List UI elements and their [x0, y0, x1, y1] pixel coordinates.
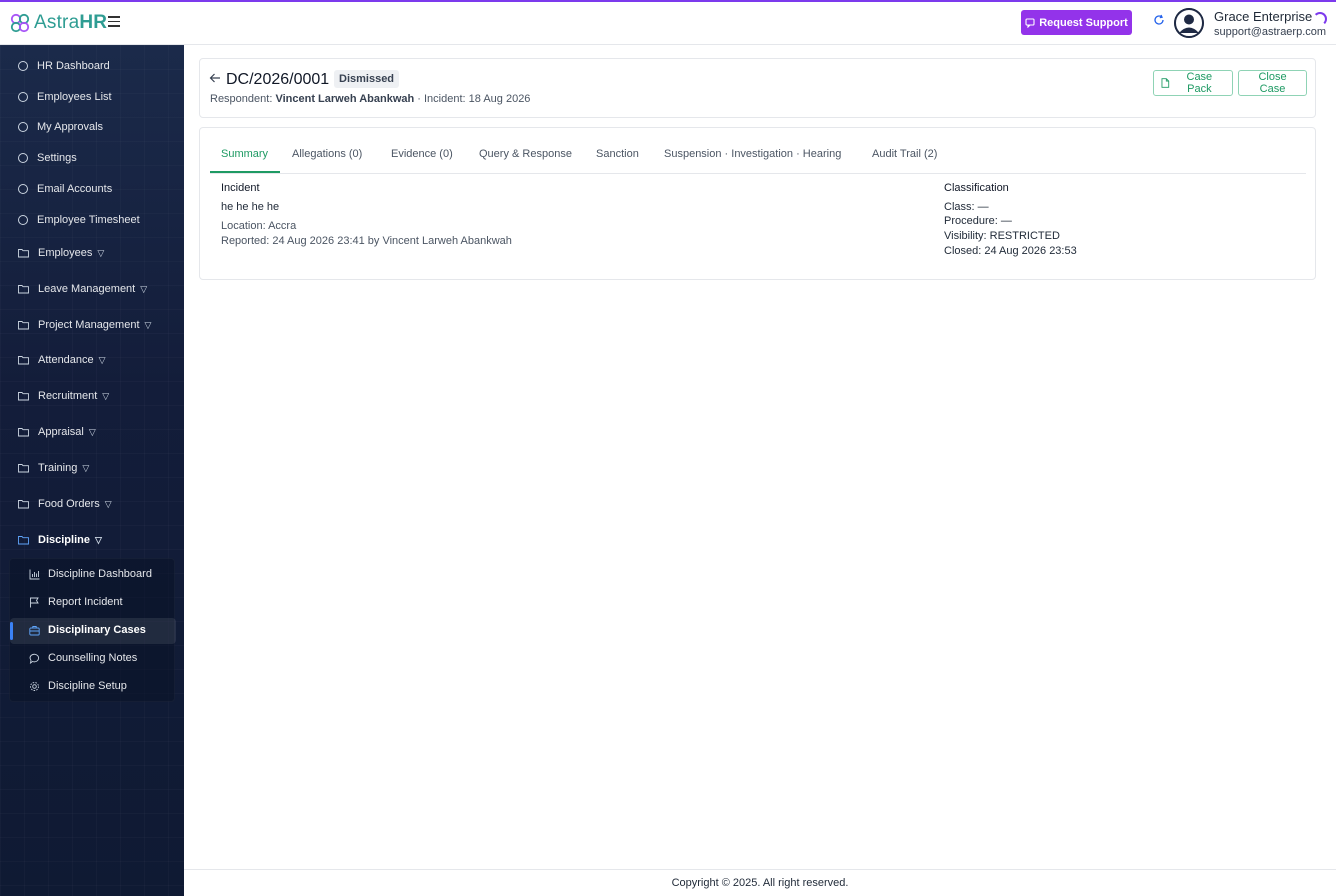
active-tab-indicator [210, 171, 280, 173]
sidebar-group-project-management[interactable]: Project Management ▽ [18, 319, 151, 331]
chevron-down-icon: ▽ [82, 462, 90, 473]
submenu-item-report-incident[interactable]: Report Incident [29, 596, 123, 608]
sidebar-group-appraisal[interactable]: Appraisal ▽ [18, 426, 96, 438]
folder-icon [18, 500, 29, 509]
circle-icon [18, 61, 28, 71]
submenu-item-discipline-setup[interactable]: Discipline Setup [29, 680, 127, 692]
classification-procedure: Procedure: — [944, 215, 1012, 227]
request-support-button[interactable]: Request Support [1021, 10, 1132, 35]
tab-query-response[interactable]: Query & Response [479, 148, 572, 160]
submenu-item-disciplinary-cases[interactable]: Disciplinary Cases [29, 624, 146, 636]
case-header-card: DC/2026/0001 Dismissed Respondent: Vince… [199, 58, 1316, 118]
loading-spinner-icon [1313, 12, 1327, 26]
submenu-item-discipline-dashboard[interactable]: Discipline Dashboard [29, 568, 152, 580]
bar-chart-icon [29, 569, 40, 579]
sidebar-item-employees-list[interactable]: Employees List [18, 91, 112, 103]
sidebar: HR Dashboard Employees List My Approvals… [0, 45, 184, 896]
logo-icon [10, 13, 30, 33]
sidebar-group-attendance[interactable]: Attendance ▽ [18, 354, 106, 366]
sidebar-item-my-approvals[interactable]: My Approvals [18, 121, 103, 133]
footer: Copyright © 2025. All right reserved. [184, 869, 1336, 896]
folder-icon [18, 392, 29, 401]
tab-suspension-investigation-hearing[interactable]: Suspension · Investigation · Hearing [664, 148, 841, 160]
sidebar-item-hr-dashboard[interactable]: HR Dashboard [18, 60, 110, 72]
flag-icon [30, 597, 39, 607]
tab-audit-trail[interactable]: Audit Trail (2) [872, 148, 937, 160]
tab-sanction[interactable]: Sanction [596, 148, 639, 160]
chevron-down-icon: ▽ [97, 247, 105, 258]
submenu-item-counselling-notes[interactable]: Counselling Notes [29, 652, 137, 664]
case-details-card: Summary Allegations (0) Evidence (0) Que… [199, 127, 1316, 280]
document-icon [1161, 78, 1170, 88]
incident-section-title: Incident [221, 182, 260, 194]
classification-closed: Closed: 24 Aug 2026 23:53 [944, 245, 1077, 257]
tab-summary[interactable]: Summary [221, 148, 268, 160]
sidebar-item-employee-timesheet[interactable]: Employee Timesheet [18, 214, 140, 226]
circle-icon [18, 122, 28, 132]
chevron-down-icon: ▽ [140, 283, 148, 294]
user-name: Grace Enterprise [1214, 9, 1313, 24]
respondent-name: Vincent Larweh Abankwah [275, 93, 415, 105]
sidebar-group-training[interactable]: Training ▽ [18, 462, 89, 474]
folder-icon [18, 428, 29, 437]
chevron-down-icon: ▽ [88, 426, 96, 437]
back-arrow-icon[interactable] [209, 72, 221, 84]
case-subtitle: Respondent: Vincent Larweh Abankwah · In… [210, 93, 531, 105]
classification-section-title: Classification [944, 182, 1009, 194]
folder-icon [18, 321, 29, 330]
chevron-down-icon: ▽ [104, 498, 112, 509]
tab-evidence[interactable]: Evidence (0) [391, 148, 453, 160]
circle-icon [18, 215, 28, 225]
chat-icon [29, 653, 40, 664]
chevron-down-icon: ▽ [98, 354, 106, 365]
close-case-button[interactable]: Close Case [1238, 70, 1307, 96]
classification-visibility: Visibility: RESTRICTED [944, 230, 1060, 242]
incident-location: Location: Accra [221, 220, 297, 232]
chevron-down-icon: ▽ [102, 390, 110, 401]
sidebar-group-leave-management[interactable]: Leave Management ▽ [18, 283, 147, 295]
circle-icon [18, 184, 28, 194]
folder-icon [18, 285, 29, 294]
chat-icon [1025, 17, 1035, 28]
case-title: DC/2026/0001 [226, 71, 330, 88]
folder-icon [18, 249, 29, 258]
classification-class: Class: — [944, 201, 989, 213]
menu-toggle-icon[interactable] [108, 16, 120, 28]
gear-icon [30, 681, 39, 691]
case-pack-button[interactable]: Case Pack [1153, 70, 1233, 96]
tab-allegations[interactable]: Allegations (0) [292, 148, 362, 160]
top-bar: AstraHR Request Support Grace Enterprise… [0, 2, 1336, 45]
folder-icon [18, 356, 29, 365]
briefcase-icon [29, 625, 40, 635]
circle-icon [18, 153, 28, 163]
discipline-submenu: Discipline Dashboard Report Incident Dis… [9, 558, 176, 702]
chevron-down-icon: ▽ [144, 319, 152, 330]
chevron-down-icon: ▽ [94, 534, 102, 545]
sidebar-group-discipline[interactable]: Discipline ▽ [18, 534, 102, 546]
incident-description: he he he he [221, 201, 280, 213]
sidebar-group-employees[interactable]: Employees ▽ [18, 247, 104, 259]
status-badge: Dismissed [334, 70, 400, 88]
sidebar-group-food-orders[interactable]: Food Orders ▽ [18, 498, 112, 510]
refresh-icon[interactable] [1153, 14, 1165, 26]
incident-reported: Reported: 24 Aug 2026 23:41 by Vincent L… [221, 235, 512, 247]
tab-bar: Summary Allegations (0) Evidence (0) Que… [210, 128, 1306, 174]
avatar[interactable] [1174, 8, 1204, 38]
sidebar-group-recruitment[interactable]: Recruitment ▽ [18, 390, 109, 402]
copyright-text: Copyright © 2025. All right reserved. [671, 877, 849, 889]
user-email: support@astraerp.com [1214, 26, 1327, 38]
circle-icon [18, 92, 28, 102]
sidebar-item-settings[interactable]: Settings [18, 152, 77, 164]
sidebar-item-email-accounts[interactable]: Email Accounts [18, 183, 112, 195]
top-accent-bar [0, 0, 1336, 2]
folder-icon [18, 536, 29, 545]
folder-icon [18, 464, 29, 473]
app-logo[interactable]: AstraHR [10, 12, 107, 34]
logo-text: AstraHR [34, 12, 108, 33]
